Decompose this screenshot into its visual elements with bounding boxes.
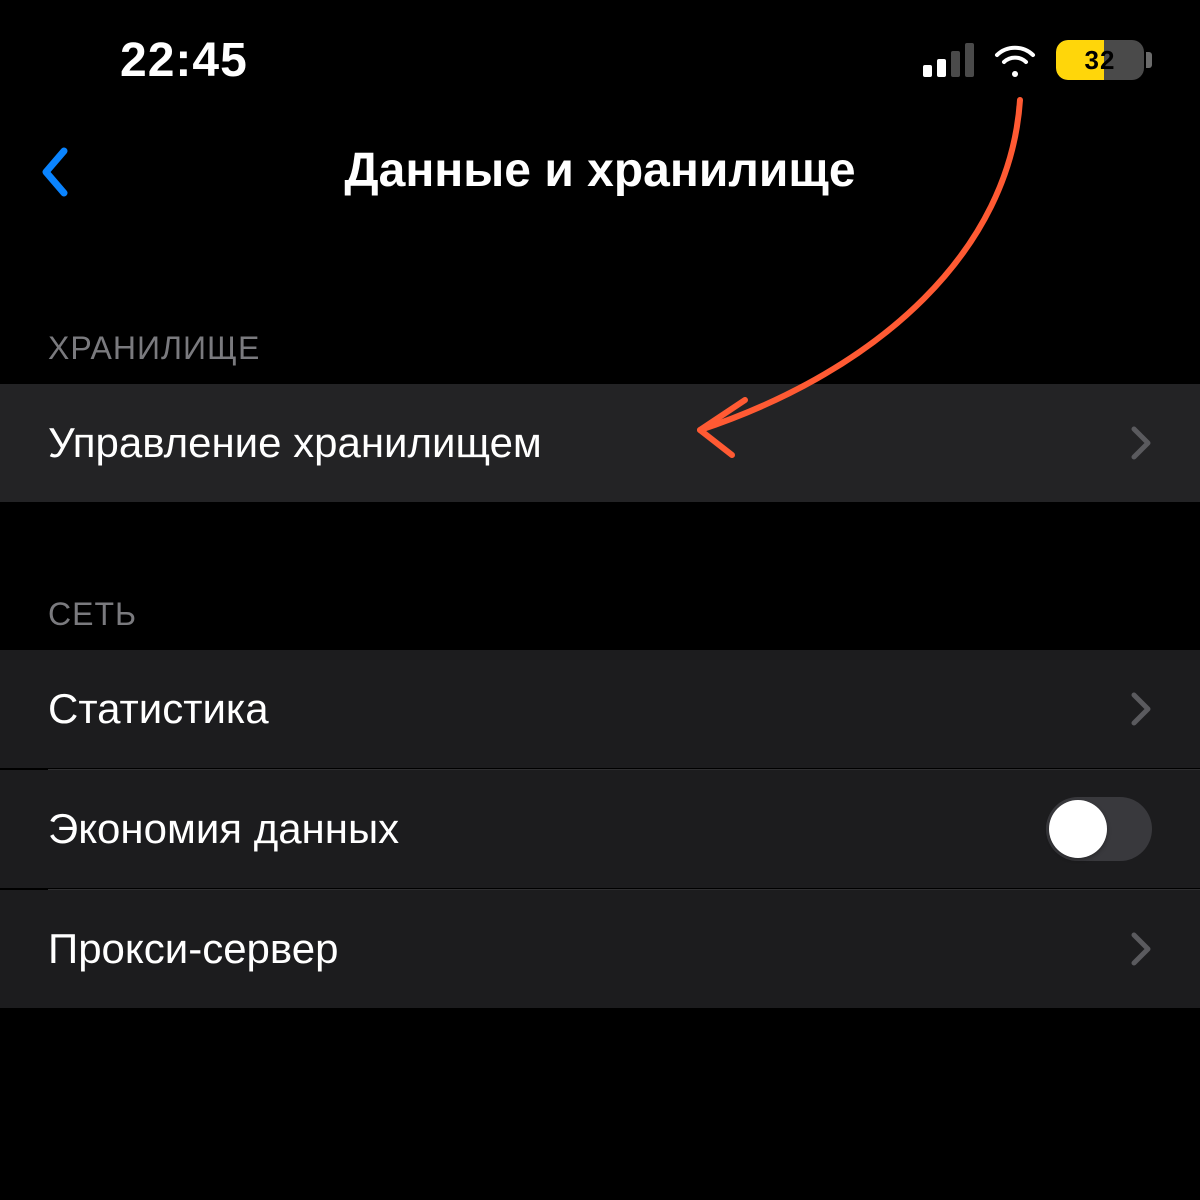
chevron-right-icon [1130,691,1152,727]
battery-level: 32 [1056,40,1144,80]
back-button[interactable] [28,144,84,200]
wifi-icon [992,43,1038,77]
row-label: Статистика [48,685,1130,733]
row-label: Управление хранилищем [48,419,1130,467]
battery-indicator: 32 [1056,40,1152,80]
toggle-knob [1049,800,1107,858]
data-saving-toggle[interactable] [1046,797,1152,861]
status-bar: 22:45 32 [0,0,1200,120]
status-time: 22:45 [120,33,248,88]
row-data-saving: Экономия данных [0,770,1200,888]
chevron-left-icon [40,147,72,197]
page-title: Данные и хранилище [344,143,855,198]
row-label: Экономия данных [48,805,1046,853]
row-proxy[interactable]: Прокси-сервер [0,890,1200,1008]
row-statistics[interactable]: Статистика [0,650,1200,768]
cellular-signal-icon [923,43,974,77]
status-indicators: 32 [923,40,1152,80]
chevron-right-icon [1130,931,1152,967]
row-storage-management[interactable]: Управление хранилищем [0,384,1200,502]
section-header-storage: ХРАНИЛИЩЕ [48,330,260,367]
app-screen: 22:45 32 Данные и [0,0,1200,1200]
chevron-right-icon [1130,425,1152,461]
row-label: Прокси-сервер [48,925,1130,973]
nav-header: Данные и хранилище [0,120,1200,220]
section-header-network: СЕТЬ [48,596,137,633]
